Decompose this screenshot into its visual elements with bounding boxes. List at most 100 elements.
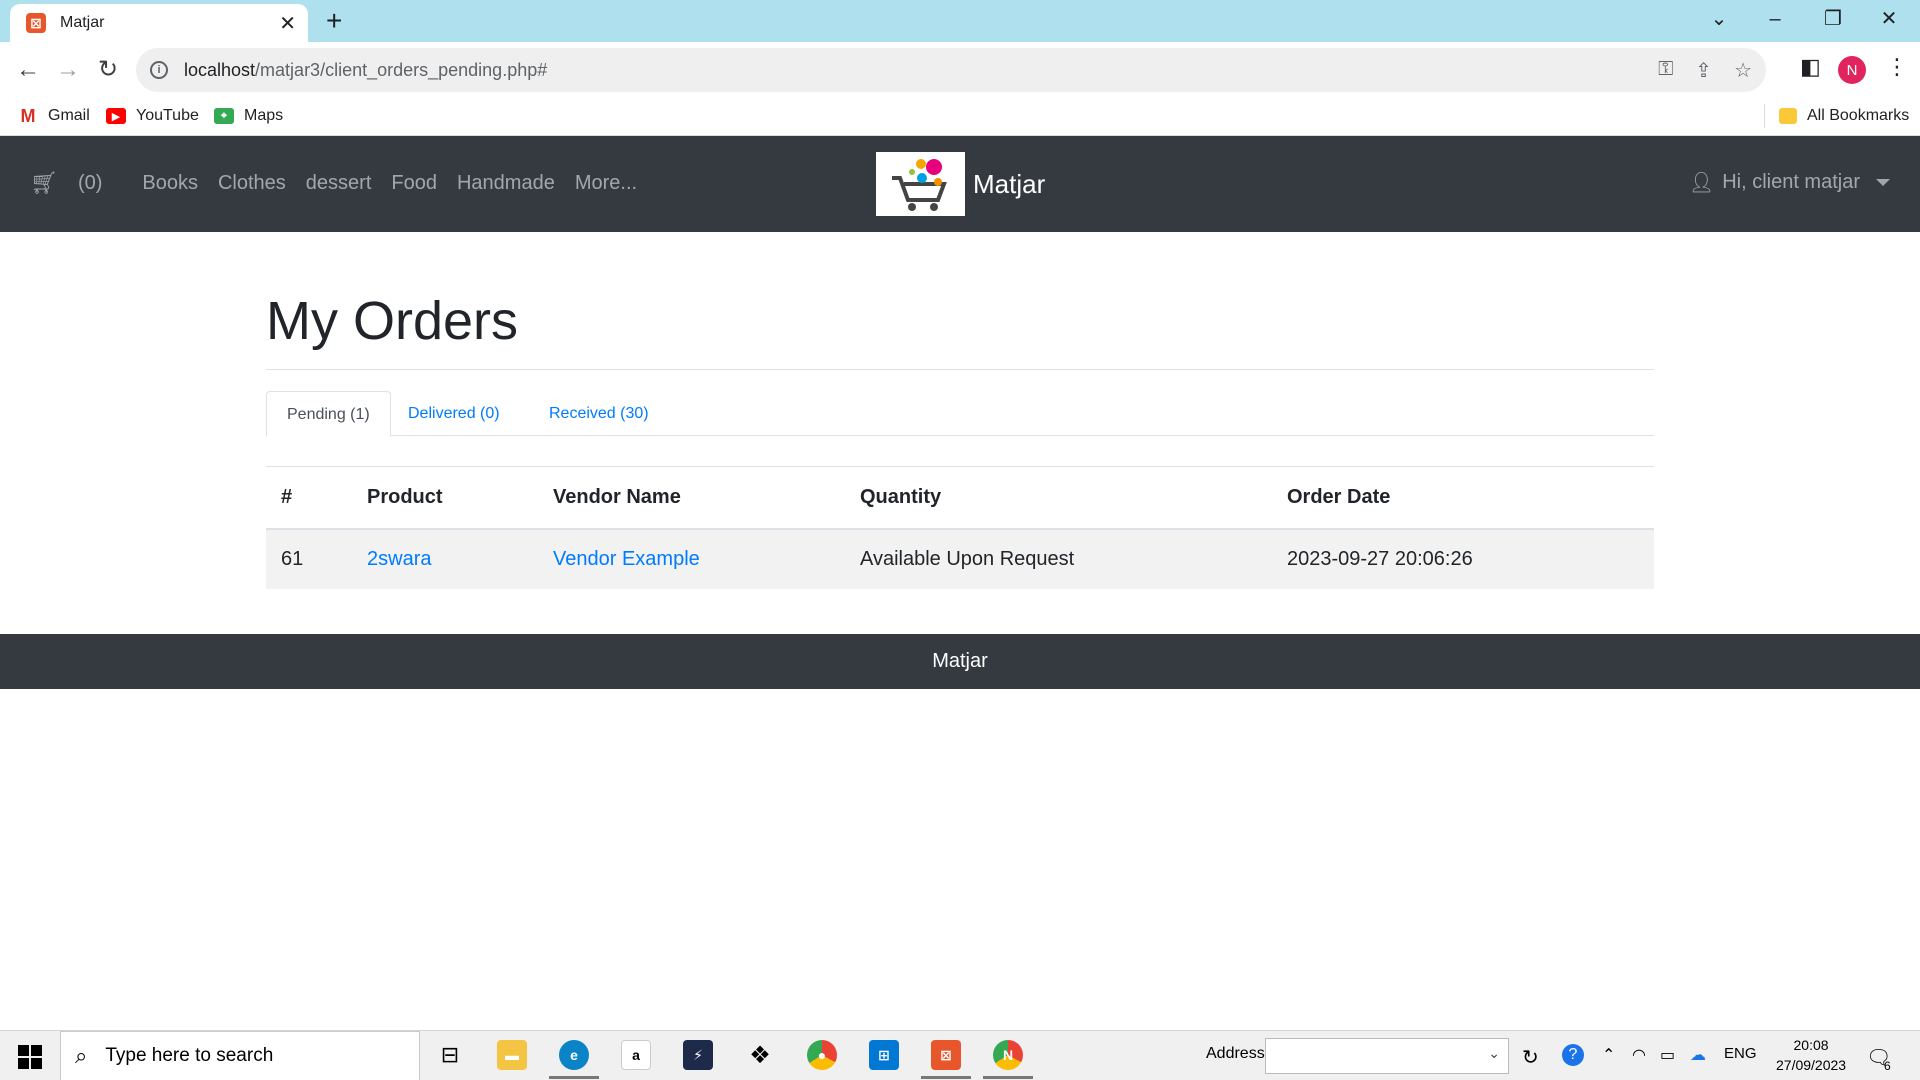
cart-count: (0) (77, 171, 103, 194)
profile-avatar[interactable]: N (1838, 56, 1866, 84)
user-icon: 👤︎ (1688, 172, 1715, 194)
language-indicator[interactable]: ENG (1724, 1045, 1757, 1062)
windows-taskbar: ⌕ Type here to search ⊟ ▬ e a ⚡︎ ❖ ● ⊞ ⊠… (0, 1030, 1920, 1080)
nav-more[interactable]: More... (575, 172, 637, 195)
clock-time: 20:08 (1793, 1037, 1829, 1053)
nav-dessert[interactable]: dessert (306, 172, 372, 195)
cart-link[interactable]: 🛒︎ (0) (30, 170, 122, 196)
side-panel-icon[interactable]: ◧ (1800, 54, 1821, 80)
address-bar[interactable]: i localhost/matjar3/client_orders_pendin… (136, 48, 1766, 92)
restore-button[interactable]: ❐ (1810, 4, 1856, 34)
site-navbar: 🛒︎ (0) Books Clothes dessert Food Handma… (0, 136, 1920, 232)
tab-pending[interactable]: Pending (1) (266, 391, 391, 437)
onedrive-icon[interactable]: ☁ (1690, 1045, 1706, 1065)
bookmark-star-icon[interactable]: ☆ (1734, 58, 1752, 83)
col-header-vendor: Vendor Name (538, 466, 845, 530)
bookmark-label: Gmail (48, 107, 90, 124)
url-path: /matjar3/client_orders_pending.php# (255, 59, 548, 80)
title-divider (266, 369, 1654, 370)
nav-food[interactable]: Food (391, 172, 437, 195)
tab-search-chevron-icon[interactable]: ⌄ (1696, 4, 1742, 34)
refresh-icon[interactable]: ↻ (1522, 1045, 1539, 1070)
nav-clothes[interactable]: Clothes (218, 172, 286, 195)
shopping-cart-icon: 🛒︎ (30, 170, 58, 195)
chrome-icon[interactable]: ● (807, 1040, 837, 1070)
chevron-up-icon[interactable]: ⌃ (1602, 1045, 1615, 1065)
page-title: My Orders (266, 291, 519, 351)
help-icon[interactable]: ? (1562, 1044, 1584, 1066)
col-header-id: # (266, 466, 352, 530)
site-footer: Matjar (0, 634, 1920, 689)
minimize-button[interactable]: – (1752, 4, 1798, 34)
user-greeting: Hi, client matjar (1722, 171, 1860, 193)
all-bookmarks[interactable]: All Bookmarks (1764, 104, 1909, 128)
browser-tab[interactable]: ⊠ Matjar ✕ (10, 4, 308, 42)
reload-button[interactable]: ↻ (92, 54, 124, 86)
new-tab-button[interactable]: + (326, 7, 342, 35)
system-clock[interactable]: 20:08 27/09/2023 (1776, 1035, 1846, 1075)
bookmark-label: YouTube (136, 107, 199, 124)
order-tabs: Pending (1) Delivered (0) Received (30) (266, 391, 1654, 437)
col-header-quantity: Quantity (845, 466, 1272, 530)
tab-delivered[interactable]: Delivered (0) (388, 391, 520, 436)
bookmark-gmail[interactable]: M Gmail (18, 104, 90, 128)
windows-start-icon[interactable] (18, 1045, 42, 1069)
address-toolbar-input[interactable]: ⌄ (1265, 1038, 1509, 1074)
gmail-icon: M (18, 106, 38, 126)
search-placeholder: Type here to search (105, 1045, 274, 1066)
edge-icon[interactable]: e (549, 1040, 599, 1079)
back-button[interactable]: ← (12, 54, 44, 86)
visual-studio-icon[interactable]: ⚡︎ (683, 1040, 713, 1070)
product-link[interactable]: 2swara (367, 548, 431, 570)
all-bookmarks-label: All Bookmarks (1807, 107, 1910, 124)
matjar-logo (876, 152, 965, 216)
forward-button[interactable]: → (52, 54, 84, 86)
amazon-icon[interactable]: a (621, 1040, 651, 1070)
taskbar-search[interactable]: ⌕ Type here to search (60, 1031, 420, 1080)
maps-icon: ⌖ (214, 108, 234, 124)
tab-title: Matjar (60, 14, 105, 31)
microsoft-store-icon[interactable]: ⊞ (869, 1040, 899, 1070)
close-window-button[interactable]: ✕ (1866, 4, 1912, 34)
menu-kebab-icon[interactable]: ⋮ (1886, 54, 1908, 80)
table-header-row: # Product Vendor Name Quantity Order Dat… (266, 466, 1654, 530)
brand-link[interactable]: Matjar (876, 152, 1045, 216)
site-info-icon[interactable]: i (150, 61, 168, 79)
share-icon[interactable]: ⇪ (1695, 58, 1712, 83)
file-explorer-icon[interactable]: ▬ (497, 1040, 527, 1070)
bookmark-youtube[interactable]: ▶ YouTube (106, 104, 199, 128)
wifi-icon[interactable]: ◠ (1632, 1045, 1646, 1065)
brand-name: Matjar (973, 168, 1046, 199)
browser-tab-strip: ⊠ Matjar ✕ + ⌄ – ❐ ✕ (0, 0, 1920, 42)
clock-date: 27/09/2023 (1776, 1057, 1847, 1073)
chevron-down-icon[interactable]: ⌄ (1488, 1045, 1500, 1062)
chevron-down-icon (1876, 179, 1890, 186)
address-toolbar-label: Address (1206, 1045, 1265, 1062)
nav-handmade[interactable]: Handmade (457, 172, 555, 195)
order-id: 61 (266, 528, 352, 589)
task-view-icon[interactable]: ⊟ (435, 1040, 465, 1070)
battery-icon[interactable]: ▭ (1660, 1045, 1675, 1065)
dropbox-icon[interactable]: ❖ (745, 1040, 775, 1070)
browser-toolbar: ← → ↻ i localhost/matjar3/client_orders_… (0, 42, 1920, 98)
search-icon: ⌕ (75, 1043, 88, 1068)
url-host: localhost (184, 59, 256, 80)
bookmark-maps[interactable]: ⌖ Maps (214, 104, 283, 128)
xampp-icon[interactable]: ⊠ (921, 1040, 971, 1079)
order-quantity: Available Upon Request (845, 528, 1272, 589)
key-icon[interactable]: ⚿ (1658, 58, 1673, 83)
youtube-icon: ▶ (106, 108, 126, 124)
vendor-link[interactable]: Vendor Example (553, 548, 700, 570)
nav-books[interactable]: Books (142, 172, 198, 195)
user-dropdown[interactable]: 👤︎ Hi, client matjar (1689, 170, 1890, 195)
bookmark-label: Maps (244, 107, 284, 124)
close-tab-icon[interactable]: ✕ (279, 11, 296, 36)
xampp-favicon-icon: ⊠ (26, 13, 46, 33)
notification-count: 6 (1884, 1059, 1891, 1073)
tab-received[interactable]: Received (30) (529, 391, 669, 436)
orders-table: # Product Vendor Name Quantity Order Dat… (266, 466, 1654, 589)
url-text: localhost/matjar3/client_orders_pending.… (184, 60, 547, 81)
col-header-product: Product (352, 466, 538, 530)
table-row: 61 2swara Vendor Example Available Upon … (266, 528, 1654, 589)
chrome-profile-icon[interactable]: N (983, 1040, 1033, 1079)
